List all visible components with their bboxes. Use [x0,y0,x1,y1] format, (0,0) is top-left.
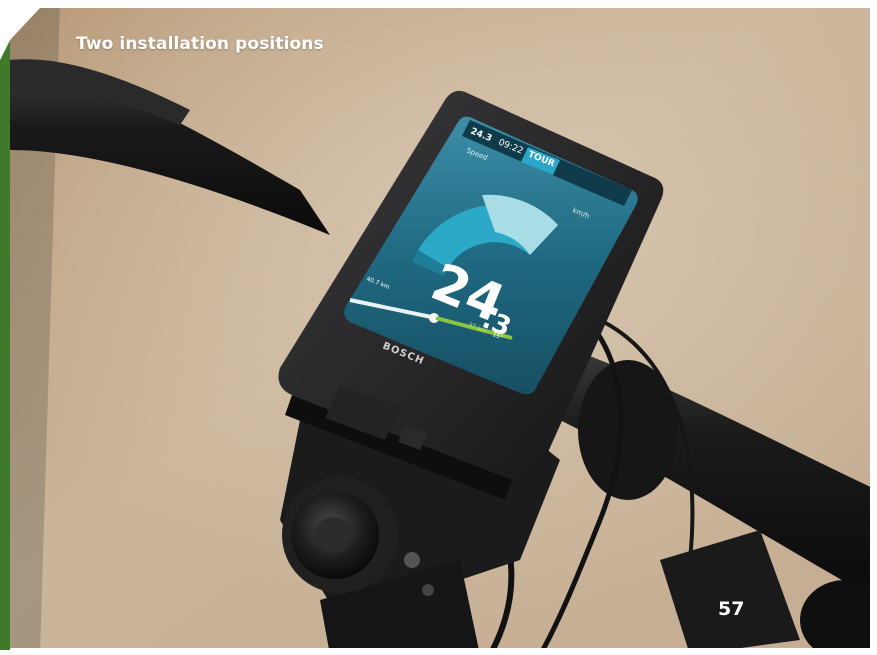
assist-mode-label: TOUR [526,150,556,170]
page: 24.3 09:22 TOUR Speed km/h 24 .3 40.7 km… [0,0,877,655]
status-speed-readout: 24.3 [469,127,493,145]
distance-left: 40.7 km [365,275,391,291]
display-overlay: 24.3 09:22 TOUR Speed km/h 24 .3 40.7 km… [365,127,590,368]
brand-logo-text: BOSCH [381,341,426,368]
clock-readout: 09:22 [497,138,525,157]
page-number: 57 [718,598,745,620]
speed-unit: km/h [571,206,590,220]
speed-label: Speed [465,146,488,162]
section-heading: Two installation positions [76,34,324,54]
